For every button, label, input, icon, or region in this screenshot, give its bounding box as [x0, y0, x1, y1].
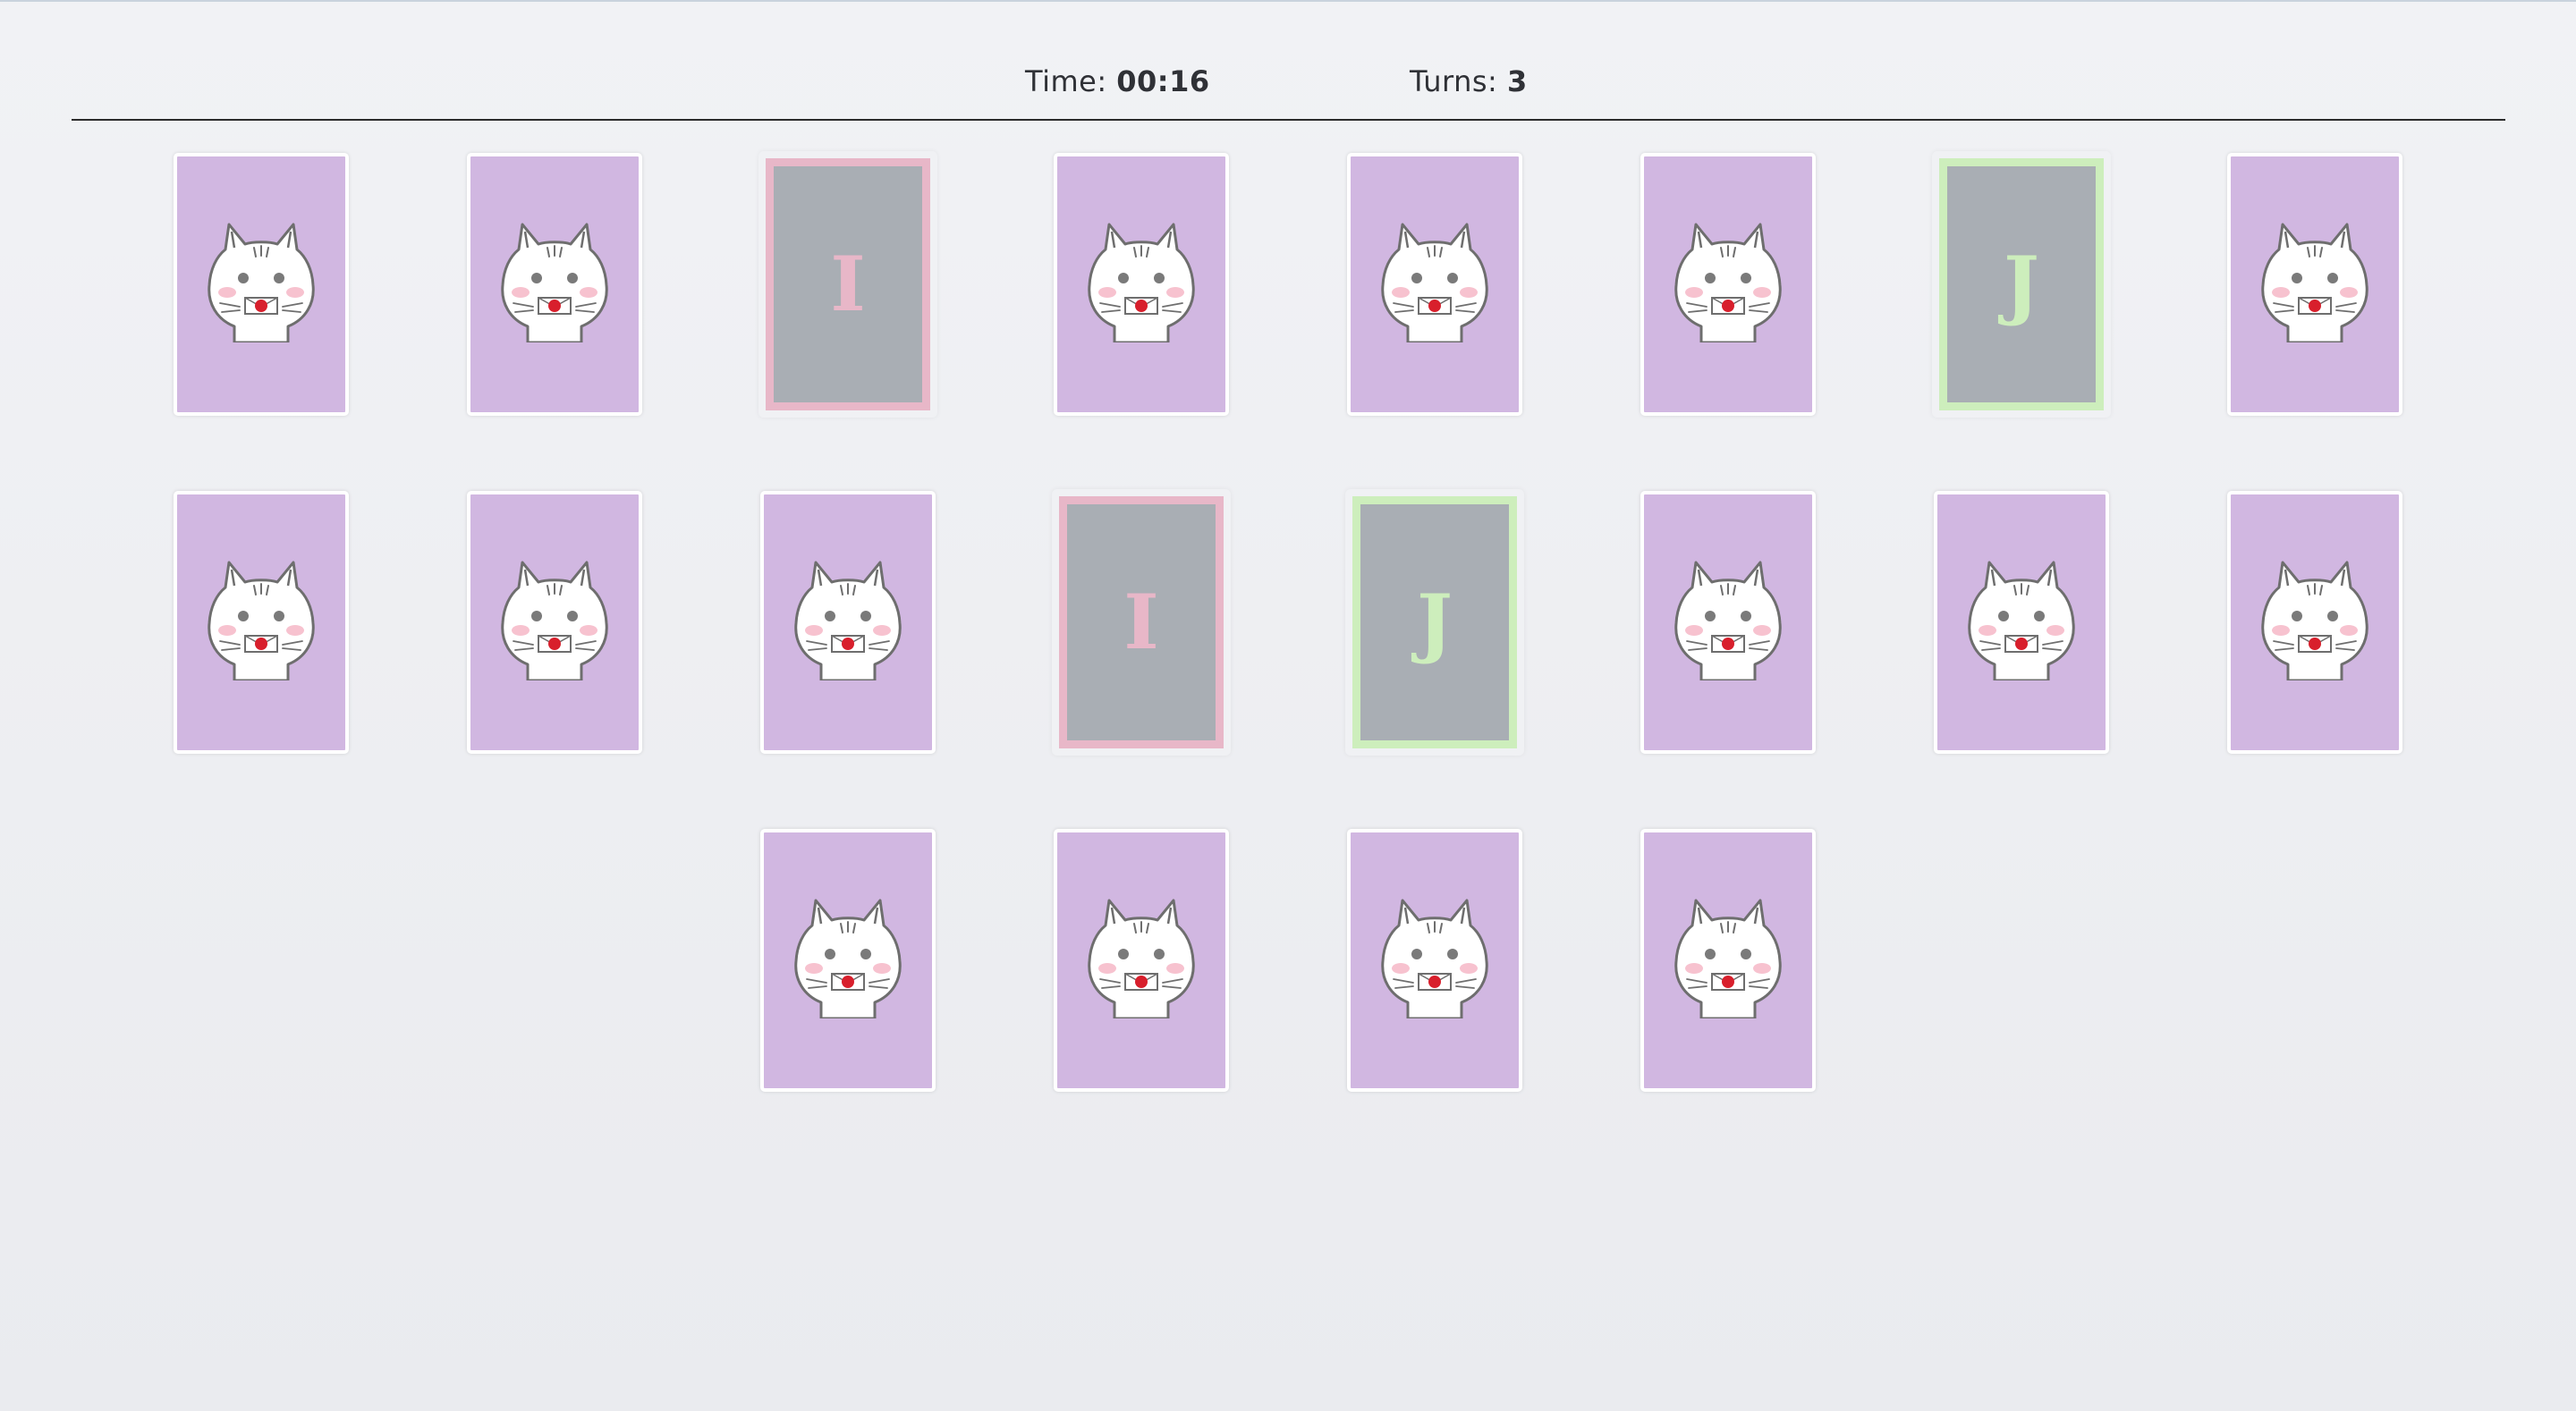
card-letter: I	[1123, 578, 1159, 666]
memory-card-faceup[interactable]: J	[1345, 489, 1524, 756]
memory-card-facedown[interactable]	[1054, 829, 1229, 1092]
memory-card-facedown[interactable]	[760, 829, 936, 1092]
cat-with-envelope-icon	[1377, 897, 1492, 1020]
memory-card-facedown[interactable]	[2227, 153, 2402, 416]
card-face: J	[1939, 158, 2104, 410]
memory-card-faceup[interactable]: I	[758, 151, 937, 418]
memory-card-facedown[interactable]	[174, 491, 349, 754]
memory-card-facedown[interactable]	[174, 153, 349, 416]
memory-card-faceup[interactable]: J	[1932, 151, 2111, 418]
cat-with-envelope-icon	[1671, 559, 1785, 682]
cat-with-envelope-icon	[1084, 221, 1199, 344]
cat-with-envelope-icon	[2258, 559, 2372, 682]
cat-with-envelope-icon	[204, 559, 318, 682]
card-face: J	[1352, 496, 1517, 748]
cat-with-envelope-icon	[1964, 559, 2079, 682]
cat-with-envelope-icon	[204, 221, 318, 344]
memory-card-facedown[interactable]	[467, 491, 642, 754]
memory-card-facedown[interactable]	[2227, 491, 2402, 754]
memory-card-facedown[interactable]	[1347, 153, 1522, 416]
card-letter: I	[830, 240, 866, 328]
cat-with-envelope-icon	[1671, 221, 1785, 344]
card-face: I	[766, 158, 930, 410]
cat-with-envelope-icon	[791, 897, 905, 1020]
card-letter: J	[2004, 240, 2039, 328]
card-face: I	[1059, 496, 1224, 748]
memory-card-facedown[interactable]	[760, 491, 936, 754]
cat-with-envelope-icon	[791, 559, 905, 682]
cat-with-envelope-icon	[1377, 221, 1492, 344]
memory-card-facedown[interactable]	[1640, 491, 1816, 754]
memory-card-facedown[interactable]	[1054, 153, 1229, 416]
memory-card-facedown[interactable]	[1640, 153, 1816, 416]
cat-with-envelope-icon	[497, 559, 612, 682]
cat-with-envelope-icon	[1671, 897, 1785, 1020]
cat-with-envelope-icon	[2258, 221, 2372, 344]
memory-card-facedown[interactable]	[467, 153, 642, 416]
card-letter: J	[1417, 578, 1453, 666]
memory-card-facedown[interactable]	[1934, 491, 2109, 754]
cat-with-envelope-icon	[1084, 897, 1199, 1020]
memory-card-facedown[interactable]	[1640, 829, 1816, 1092]
card-board: I J I J	[0, 0, 2576, 1411]
memory-card-facedown[interactable]	[1347, 829, 1522, 1092]
cat-with-envelope-icon	[497, 221, 612, 344]
memory-card-faceup[interactable]: I	[1052, 489, 1231, 756]
